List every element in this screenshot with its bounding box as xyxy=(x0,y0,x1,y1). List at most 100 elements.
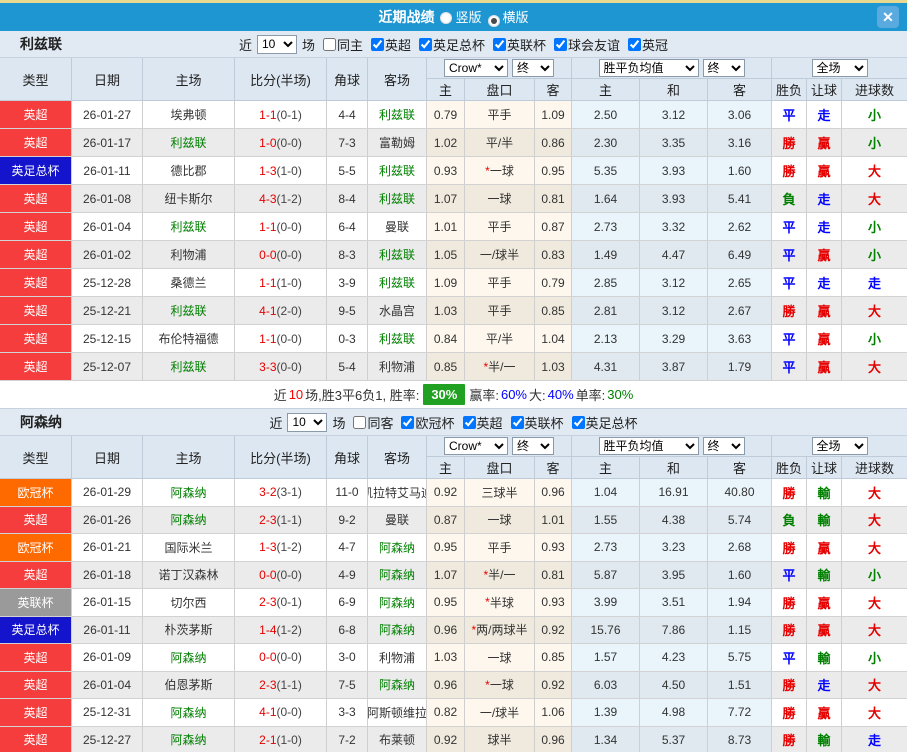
result-handicap-text: 走 xyxy=(817,189,830,208)
radio-label: 竖版 xyxy=(455,10,481,25)
away-team: 阿森纳 xyxy=(368,672,427,699)
scope-select[interactable]: 全场 xyxy=(812,59,868,77)
league-checkbox-input[interactable] xyxy=(628,38,641,51)
avg-home: 1.34 xyxy=(572,727,640,752)
odds-home: 0.95 xyxy=(427,534,465,561)
result-outcome-text: 勝 xyxy=(782,161,795,180)
games-count-select[interactable]: 10 xyxy=(287,413,327,432)
handicap-cell: *半球 xyxy=(465,589,535,616)
scope-select[interactable]: 全场 xyxy=(812,437,868,455)
result-goals: 大 xyxy=(842,157,907,184)
odds-home: 0.92 xyxy=(427,727,465,752)
same-venue-checkbox-input[interactable] xyxy=(323,38,336,51)
league-checkbox-input[interactable] xyxy=(493,38,506,51)
odds-away: 0.79 xyxy=(535,269,572,296)
corners-cell: 6-4 xyxy=(327,213,368,240)
avg-stage-select[interactable]: 终 xyxy=(703,59,745,77)
odds-company-select[interactable]: Crow* xyxy=(444,437,508,455)
odds-stage-select[interactable]: 终 xyxy=(512,59,554,77)
league-checkbox[interactable]: 英足总杯 xyxy=(413,35,485,54)
date-cell: 26-01-29 xyxy=(72,479,143,506)
odds-home: 1.09 xyxy=(427,269,465,296)
result-handicap-text: 輸 xyxy=(817,648,830,667)
handicap-text: 平手 xyxy=(487,302,511,319)
result-goals-text: 大 xyxy=(868,538,881,557)
date-cell: 26-01-17 xyxy=(72,129,143,156)
league-checkbox[interactable]: 欧冠杯 xyxy=(395,413,454,432)
league-checkbox-input[interactable] xyxy=(554,38,567,51)
league-badge: 英超 xyxy=(0,562,72,589)
league-checkbox[interactable]: 球会友谊 xyxy=(548,35,620,54)
odds-away: 1.09 xyxy=(535,101,572,128)
handicap-text: 球半 xyxy=(487,731,511,748)
away-team: 阿森纳 xyxy=(368,534,427,561)
halftime-score: (3-1) xyxy=(277,485,302,499)
odds-away: 0.81 xyxy=(535,185,572,212)
result-goals-text: 大 xyxy=(868,510,881,529)
column-header: 主场 xyxy=(143,58,235,100)
league-checkbox[interactable]: 英足总杯 xyxy=(566,413,638,432)
result-handicap-text: 贏 xyxy=(817,620,830,639)
handicap-cell: 一球 xyxy=(465,507,535,534)
same-venue-checkbox[interactable]: 同主 xyxy=(317,35,363,54)
corners-cell: 4-9 xyxy=(327,562,368,589)
fulltime-score: 4-1 xyxy=(259,304,276,318)
league-badge: 英超 xyxy=(0,269,72,296)
same-venue-checkbox[interactable]: 同客 xyxy=(347,413,393,432)
league-checkbox-input[interactable] xyxy=(511,416,524,429)
result-outcome-text: 平 xyxy=(782,217,795,236)
away-team: 富勒姆 xyxy=(368,129,427,156)
odds-home: 0.96 xyxy=(427,617,465,644)
avg-draw: 3.95 xyxy=(640,562,708,589)
radio-horizontal[interactable] xyxy=(488,15,500,27)
league-checkbox[interactable]: 英超 xyxy=(365,35,411,54)
home-team: 利兹联 xyxy=(143,129,235,156)
games-label: 场 xyxy=(302,35,315,54)
league-checkbox-input[interactable] xyxy=(401,416,414,429)
league-checkbox-input[interactable] xyxy=(463,416,476,429)
league-checkbox-input[interactable] xyxy=(371,38,384,51)
handicap-cell: 一球 xyxy=(465,644,535,671)
games-count-select[interactable]: 10 xyxy=(257,35,297,54)
league-checkbox-input[interactable] xyxy=(572,416,585,429)
near-label: 近 xyxy=(239,35,252,54)
result-goals-text: 小 xyxy=(868,217,881,236)
table-header: 类型日期主场比分(半场)角球客场Crow*终胜平负均值终全场主盘口客主和客胜负让… xyxy=(0,58,907,101)
avg-draw: 3.51 xyxy=(640,589,708,616)
odds-home: 0.84 xyxy=(427,325,465,352)
handicap-text: 一/球半 xyxy=(480,704,519,721)
avg-metric-select[interactable]: 胜平负均值 xyxy=(599,437,699,455)
home-team: 埃弗顿 xyxy=(143,101,235,128)
fulltime-score: 1-1 xyxy=(259,220,276,234)
avg-stage-select[interactable]: 终 xyxy=(703,437,745,455)
radio-vertical[interactable] xyxy=(440,12,452,24)
match-row: 英超25-12-21利兹联4-1(2-0)9-5水晶宫1.03平手0.852.8… xyxy=(0,297,907,325)
home-team: 利兹联 xyxy=(143,297,235,324)
league-checkbox[interactable]: 英超 xyxy=(457,413,503,432)
league-checkbox[interactable]: 英联杯 xyxy=(505,413,564,432)
summary-text: 大: xyxy=(529,385,546,404)
date-cell: 25-12-28 xyxy=(72,269,143,296)
odds-selectors-row: Crow*终胜平负均值终全场 xyxy=(427,58,907,79)
odds-stage-select[interactable]: 终 xyxy=(512,437,554,455)
league-checkbox-input[interactable] xyxy=(419,38,432,51)
league-checkbox[interactable]: 英联杯 xyxy=(487,35,546,54)
close-button[interactable]: ✕ xyxy=(877,6,899,28)
avg-metric-select[interactable]: 胜平负均值 xyxy=(599,59,699,77)
same-venue-checkbox-input[interactable] xyxy=(353,416,366,429)
handicap-text: 一球 xyxy=(487,511,511,528)
column-header: 角球 xyxy=(327,58,368,100)
halftime-score: (0-0) xyxy=(277,360,302,374)
avg-draw: 3.35 xyxy=(640,129,708,156)
result-goals: 小 xyxy=(842,562,907,589)
avg-away: 40.80 xyxy=(708,479,772,506)
odds-home: 0.92 xyxy=(427,479,465,506)
summary-text: 近 xyxy=(274,385,287,404)
column-header: 比分(半场) xyxy=(235,58,327,100)
corners-cell: 6-9 xyxy=(327,589,368,616)
league-checkbox[interactable]: 英冠 xyxy=(622,35,668,54)
table-header: 类型日期主场比分(半场)角球客场Crow*终胜平负均值终全场主盘口客主和客胜负让… xyxy=(0,436,907,479)
avg-draw: 3.93 xyxy=(640,157,708,184)
odds-company-select[interactable]: Crow* xyxy=(444,59,508,77)
recent-matches-table-team1: 类型日期主场比分(半场)角球客场Crow*终胜平负均值终全场主盘口客主和客胜负让… xyxy=(0,58,907,381)
